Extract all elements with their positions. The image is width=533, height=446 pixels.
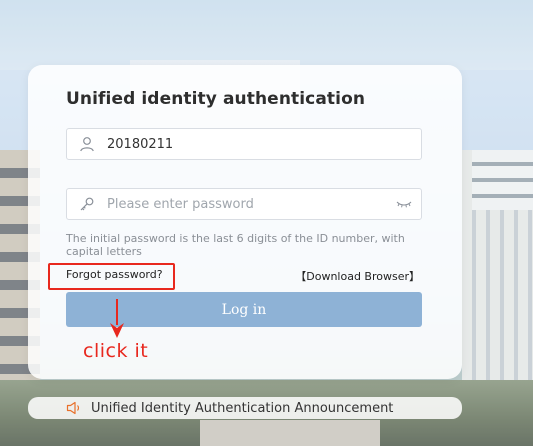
password-field[interactable] xyxy=(66,188,422,220)
announcement-text: Unified Identity Authentication Announce… xyxy=(91,400,394,416)
download-browser-link[interactable]: 【Download Browser】 xyxy=(295,268,420,284)
highlight-box xyxy=(48,263,175,290)
password-hint: The initial password is the last 6 digit… xyxy=(66,232,405,258)
eye-closed-icon[interactable] xyxy=(387,189,421,219)
speaker-icon xyxy=(66,399,88,417)
password-input[interactable] xyxy=(107,190,387,218)
key-icon xyxy=(67,189,107,219)
annotation-label: click it xyxy=(83,340,149,362)
username-field[interactable] xyxy=(66,128,422,160)
user-icon xyxy=(67,129,107,159)
username-input[interactable] xyxy=(107,130,421,158)
annotation-arrow-icon xyxy=(110,299,124,338)
page-title: Unified identity authentication xyxy=(66,89,366,109)
login-card: Unified identity authentication The init… xyxy=(28,65,462,379)
announcement-bar[interactable]: Unified Identity Authentication Announce… xyxy=(28,397,462,419)
